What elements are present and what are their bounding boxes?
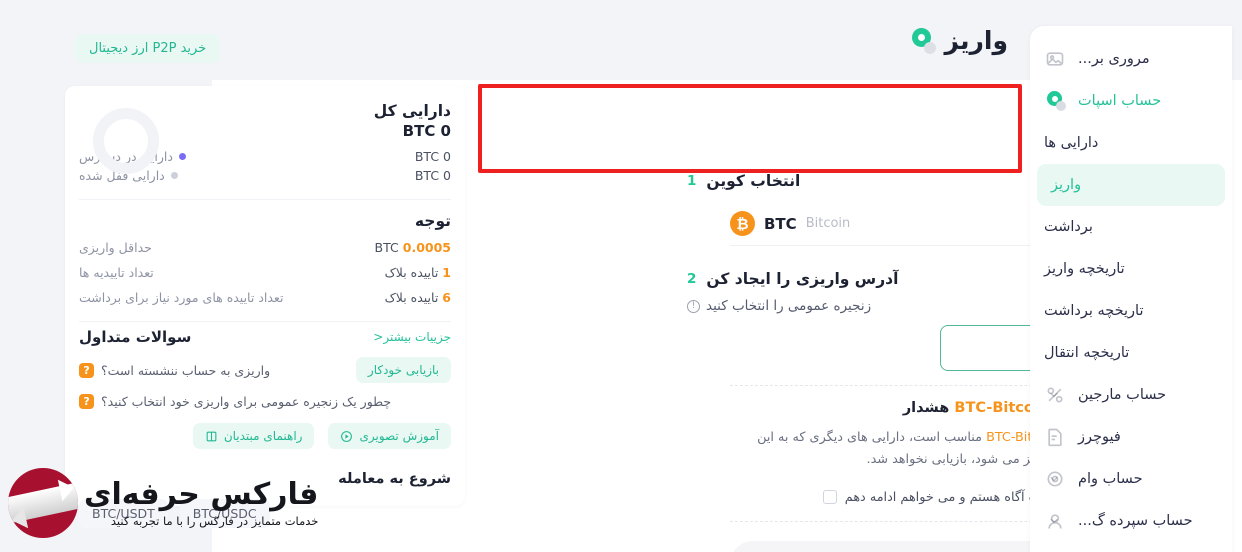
sidebar-item-label: واریز [1051, 177, 1082, 193]
sidebar-item-6[interactable]: تاریخچه برداشت [1030, 290, 1232, 332]
app-page: واریز خرید P2P ارز دیجیتال 1 انتخاب کوین… [0, 0, 1242, 552]
p2p-buy-button[interactable]: خرید P2P ارز دیجیتال [75, 34, 221, 63]
sidebar-item-1[interactable]: حساب اسپات [1030, 80, 1232, 122]
faq-item-1: بازیابی خودکار ? واریزی به حساب ننشسته ا… [79, 357, 451, 383]
pair-btc-usdt[interactable]: BTC/USDT [79, 499, 168, 528]
bitcoin-icon: ₿ [730, 211, 755, 236]
sidebar-item-12[interactable]: حساب AMM [1030, 542, 1232, 552]
sidebar-item-3[interactable]: واریز [1037, 164, 1225, 206]
document-icon [1044, 426, 1066, 448]
page-title: واریز [910, 26, 1008, 55]
faq-item-2: ? چطور یک زنجیره عمومی برای واریزی خود ا… [79, 394, 451, 409]
piggy-icon [1044, 510, 1066, 532]
coin-icon [1044, 468, 1066, 490]
image-icon [1044, 48, 1066, 70]
sidebar-item-label: حساب سپرده گ... [1078, 513, 1193, 529]
min-deposit-label: حداقل واریزی [79, 240, 152, 255]
coin-full-name: Bitcoin [805, 216, 851, 231]
step2-number: 2 [687, 271, 697, 287]
faq-question-2-text: چطور یک زنجیره عمومی برای واریزی خود انت… [101, 394, 392, 409]
sidebar-item-label: تاریخچه واریز [1044, 261, 1125, 277]
sidebar-item-label: دارایی ها [1044, 135, 1099, 151]
assets-available-value: BTC 0 [414, 149, 451, 164]
sidebar-item-10[interactable]: حساب وام [1030, 458, 1232, 500]
top-bar: واریز خرید P2P ارز دیجیتال [0, 0, 1030, 80]
notice-row-min-deposit: 0.0005 BTC حداقل واریزی [79, 240, 451, 255]
beginner-guide-link[interactable]: راهنمای مبتدیان [192, 423, 315, 449]
page-title-text: واریز [944, 26, 1008, 55]
play-icon [340, 430, 353, 443]
withdraw-confirmations-count: 6 [442, 290, 451, 305]
book-icon [205, 430, 218, 443]
video-tutorial-link[interactable]: آموزش تصویری [328, 423, 451, 449]
sidebar-item-5[interactable]: تاریخچه واریز [1030, 248, 1232, 290]
faq-question-1-text: واریزی به حساب ننشسته است؟ [101, 362, 271, 378]
start-trading-title: شروع به معامله [338, 471, 451, 487]
step1-number: 1 [687, 173, 697, 189]
assets-total-value: BTC 0 [402, 122, 451, 140]
deposit-spot-icon [910, 27, 936, 54]
question-badge-icon: ? [79, 362, 94, 378]
withdraw-confirmations-label: تعداد تاییده های مورد نیاز برای برداشت [79, 290, 284, 305]
sidebar-item-2[interactable]: دارایی ها [1030, 122, 1232, 164]
step2-subtitle: زنجیره عمومی را انتخاب کنید [706, 298, 872, 314]
assets-locked-value: BTC 0 [414, 168, 451, 183]
sidebar-item-11[interactable]: حساب سپرده گ... [1030, 500, 1232, 542]
notice-row-confirmations: 1 تاییده بلاک تعداد تاییدیه ها [79, 265, 451, 280]
acknowledge-checkbox[interactable] [822, 490, 837, 505]
bullet-purple-icon [178, 153, 186, 160]
sidebar-item-label: تاریخچه انتقال [1044, 345, 1130, 361]
percent-icon [1044, 384, 1066, 406]
sidebar-item-label: فیوچرز [1078, 429, 1121, 445]
notice-row-withdraw-confirmations: 6 تاییده بلاک تعداد تاییده های مورد نیاز… [79, 290, 451, 305]
faq-question-2[interactable]: ? چطور یک زنجیره عمومی برای واریزی خود ا… [79, 394, 391, 409]
sidebar-item-label: حساب وام [1078, 471, 1143, 487]
beginner-guide-label: راهنمای مبتدیان [223, 429, 303, 443]
sidebar-item-9[interactable]: فیوچرز [1030, 416, 1232, 458]
bullet-grey-icon [170, 172, 178, 179]
sidebar-item-label: برداشت [1044, 219, 1093, 235]
faq-title: سوالات متداول [79, 328, 192, 346]
sidebar-item-label: مروری بر... [1078, 51, 1150, 67]
faq-header: جزییات بیشتر< سوالات متداول [79, 322, 451, 346]
faq-more-link[interactable]: جزییات بیشتر< [373, 330, 451, 344]
sidebar: مروری بر... حساب اسپات دارایی ها واریز برداش… [1030, 26, 1232, 552]
pair-btc-usdc[interactable]: BTC/USDC [179, 499, 270, 528]
min-deposit-unit: BTC [374, 240, 399, 255]
notice-card-title: توجه [414, 212, 451, 230]
sidebar-item-7[interactable]: تاریخچه انتقال [1030, 332, 1232, 374]
side-info-card: دارایی کل BTC 0 BTC 0 دارایی در دسترس BT… [65, 86, 465, 528]
sidebar-item-label: حساب مارجین [1078, 387, 1167, 403]
step1-title: انتخاب کوین [706, 172, 801, 190]
confirmations-unit: تاییده بلاک [384, 265, 439, 280]
faq-question-1[interactable]: ? واریزی به حساب ننشسته است؟ [79, 362, 271, 378]
faq-links-row: آموزش تصویری راهنمای مبتدیان [79, 423, 451, 449]
coin-symbol: BTC [764, 214, 797, 233]
sidebar-item-4[interactable]: برداشت [1030, 206, 1232, 248]
sidebar-item-label: حساب اسپات [1078, 93, 1162, 109]
sidebar-item-0[interactable]: مروری بر... [1030, 38, 1232, 80]
confirmations-label: تعداد تاییدیه ها [79, 265, 154, 280]
spot-account-icon [1044, 90, 1066, 112]
info-icon: ! [687, 299, 700, 313]
question-badge-icon: ? [79, 394, 94, 409]
withdraw-confirmations-unit: تاییده بلاک [384, 290, 439, 305]
sidebar-item-label: تاریخچه برداشت [1044, 303, 1144, 319]
confirmations-count: 1 [442, 265, 451, 280]
step2-title: آدرس واریزی را ایجاد کن [706, 270, 899, 288]
warning-title-word: هشدار [902, 400, 950, 416]
video-tutorial-label: آموزش تصویری [359, 429, 439, 443]
sidebar-item-8[interactable]: حساب مارجین [1030, 374, 1232, 416]
auto-recovery-pill[interactable]: بازیابی خودکار [355, 357, 451, 383]
min-deposit-amount: 0.0005 [402, 240, 451, 255]
assets-donut-chart [93, 108, 159, 174]
trading-pairs-row: BTC/USDC BTC/USDT [79, 499, 451, 528]
